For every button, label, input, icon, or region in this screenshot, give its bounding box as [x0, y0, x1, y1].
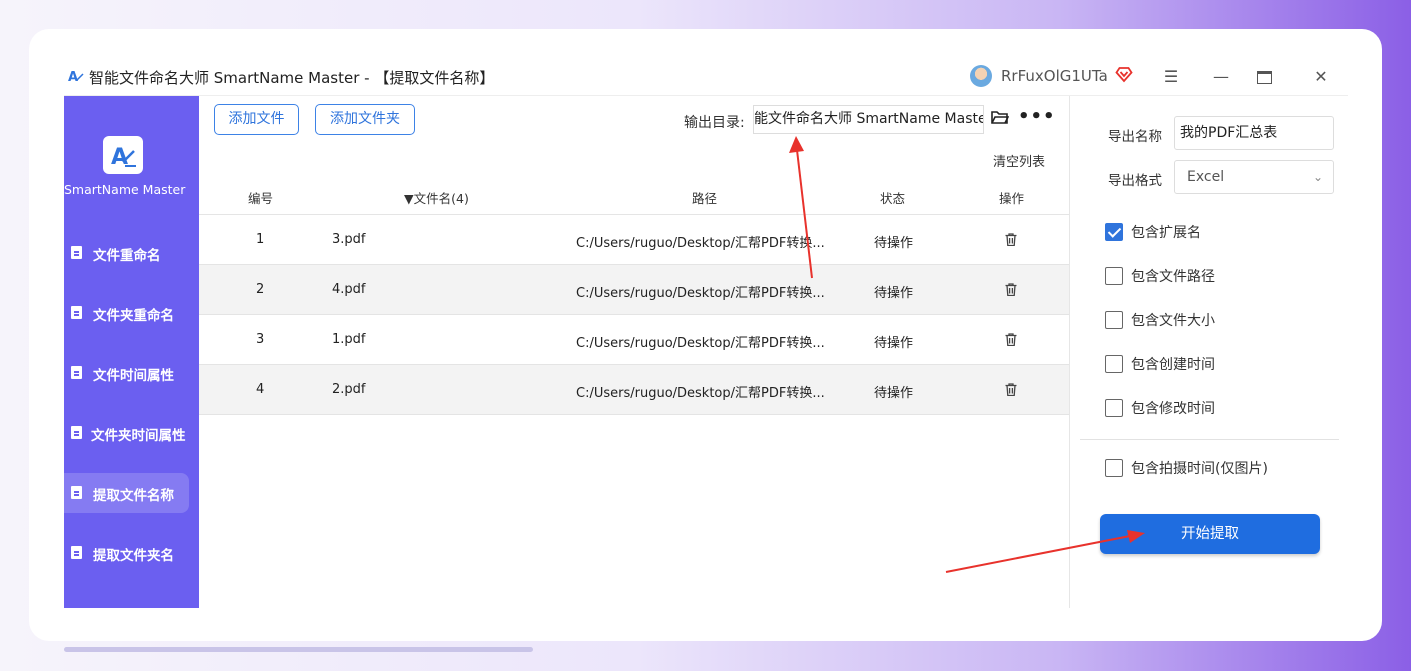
- header-path: 路径: [692, 191, 718, 206]
- row-filename: 3.pdf: [332, 232, 366, 247]
- document-icon: [71, 366, 82, 379]
- document-icon: [71, 246, 82, 259]
- user-avatar[interactable]: [970, 65, 992, 87]
- trash-icon[interactable]: [1005, 283, 1017, 296]
- document-icon: [71, 306, 82, 319]
- add-file-button[interactable]: 添加文件: [214, 104, 299, 135]
- username[interactable]: RrFuxOlG1UTa: [1001, 67, 1108, 85]
- row-path: C:/Users/ruguo/Desktop/汇帮PDF转换...: [576, 386, 825, 401]
- header-index: 编号: [248, 191, 274, 206]
- export-name-label: 导出名称: [1108, 129, 1162, 145]
- divider: [1080, 439, 1339, 440]
- trash-icon[interactable]: [1005, 383, 1017, 396]
- row-path: C:/Users/ruguo/Desktop/汇帮PDF转换...: [576, 236, 825, 251]
- trash-icon[interactable]: [1005, 333, 1017, 346]
- sidebar-item-label: 文件重命名: [93, 248, 161, 264]
- row-index: 2: [256, 282, 265, 297]
- output-dir-label: 输出目录:: [684, 115, 745, 131]
- header-action: 操作: [999, 191, 1025, 206]
- row-path: C:/Users/ruguo/Desktop/汇帮PDF转换...: [576, 286, 825, 301]
- option-label: 包含文件大小: [1131, 313, 1215, 329]
- option-label: 包含拍摄时间(仅图片): [1131, 461, 1268, 477]
- document-icon: [71, 486, 82, 499]
- row-status: 待操作: [874, 286, 914, 301]
- chevron-down-icon: ⌄: [1312, 170, 1323, 184]
- start-extract-button[interactable]: 开始提取: [1100, 514, 1320, 554]
- row-index: 1: [256, 232, 265, 247]
- row-index: 3: [256, 332, 265, 347]
- document-icon: [71, 426, 82, 439]
- checkbox[interactable]: [1105, 459, 1123, 477]
- app-logo-icon: A: [68, 70, 84, 84]
- maximize-icon[interactable]: [1250, 64, 1278, 90]
- add-folder-button[interactable]: 添加文件夹: [315, 104, 415, 135]
- export-format-label: 导出格式: [1108, 173, 1162, 189]
- row-filename: 4.pdf: [332, 282, 366, 297]
- row-status: 待操作: [874, 386, 914, 401]
- svg-text:A: A: [68, 70, 78, 84]
- checkbox[interactable]: [1105, 399, 1123, 417]
- export-format-value: Excel: [1187, 169, 1225, 185]
- export-format-select[interactable]: Excel ⌄: [1174, 160, 1334, 194]
- row-status: 待操作: [874, 236, 914, 251]
- row-index: 4: [256, 382, 265, 397]
- checkbox[interactable]: [1105, 223, 1123, 241]
- vip-badge-icon[interactable]: [1115, 65, 1133, 83]
- menu-icon[interactable]: ☰: [1157, 64, 1185, 90]
- sidebar: A SmartName Master 文件重命名 文件夹重命名 文件时间属性 文…: [64, 96, 199, 608]
- close-icon[interactable]: ✕: [1307, 64, 1335, 90]
- app-logo: A: [103, 136, 143, 174]
- header-filename[interactable]: ▼文件名(4): [404, 188, 469, 207]
- file-list-area: 添加文件 添加文件夹 输出目录: 能文件命名大师 SmartName Maste…: [199, 96, 1069, 608]
- trash-icon[interactable]: [1005, 233, 1017, 246]
- sidebar-item-label: 提取文件名称: [93, 488, 174, 504]
- option-label: 包含修改时间: [1131, 401, 1215, 417]
- minimize-icon[interactable]: —: [1207, 64, 1235, 90]
- row-filename: 1.pdf: [332, 332, 366, 347]
- sidebar-item-label: 文件夹重命名: [93, 308, 174, 324]
- option-label: 包含创建时间: [1131, 357, 1215, 373]
- table-row[interactable]: 1 3.pdf C:/Users/ruguo/Desktop/汇帮PDF转换..…: [199, 215, 1069, 265]
- header-status: 状态: [880, 191, 906, 206]
- checkbox[interactable]: [1105, 311, 1123, 329]
- clear-list-button[interactable]: 清空列表: [993, 151, 1045, 170]
- table-row[interactable]: 4 2.pdf C:/Users/ruguo/Desktop/汇帮PDF转换..…: [199, 365, 1069, 415]
- table-header: 编号 ▼文件名(4) 路径 状态 操作: [199, 175, 1069, 215]
- sidebar-item-file-time[interactable]: 文件时间属性: [64, 353, 189, 393]
- logo-text: SmartName Master: [64, 182, 186, 197]
- sidebar-item-extract-foldername[interactable]: 提取文件夹名: [64, 533, 189, 573]
- sidebar-item-extract-filename[interactable]: 提取文件名称: [64, 473, 189, 513]
- row-path: C:/Users/ruguo/Desktop/汇帮PDF转换...: [576, 336, 825, 351]
- table-row[interactable]: 2 4.pdf C:/Users/ruguo/Desktop/汇帮PDF转换..…: [199, 265, 1069, 315]
- sidebar-item-file-rename[interactable]: 文件重命名: [64, 233, 189, 273]
- checkbox[interactable]: [1105, 267, 1123, 285]
- window-title: 智能文件命名大师 SmartName Master - 【提取文件名称】: [89, 69, 495, 87]
- app-logo-icon: A: [111, 145, 136, 170]
- sidebar-item-label: 文件夹时间属性: [91, 428, 186, 444]
- sidebar-item-folder-time[interactable]: 文件夹时间属性: [64, 413, 189, 453]
- app-window: A 智能文件命名大师 SmartName Master - 【提取文件名称】 R…: [64, 62, 1348, 608]
- title-bar: A 智能文件命名大师 SmartName Master - 【提取文件名称】 R…: [64, 62, 1348, 96]
- more-options-icon[interactable]: •••: [1018, 106, 1056, 127]
- document-icon: [71, 546, 82, 559]
- horizontal-scrollbar[interactable]: [64, 647, 533, 652]
- sidebar-item-folder-rename[interactable]: 文件夹重命名: [64, 293, 189, 333]
- checkbox[interactable]: [1105, 355, 1123, 373]
- row-filename: 2.pdf: [332, 382, 366, 397]
- table-row[interactable]: 3 1.pdf C:/Users/ruguo/Desktop/汇帮PDF转换..…: [199, 315, 1069, 365]
- export-settings-panel: 导出名称 我的PDF汇总表 导出格式 Excel ⌄ 包含扩展名 包含文件路径 …: [1069, 96, 1348, 608]
- option-label: 包含文件路径: [1131, 269, 1215, 285]
- row-status: 待操作: [874, 336, 914, 351]
- folder-open-icon[interactable]: [991, 110, 1009, 125]
- sidebar-item-label: 文件时间属性: [93, 368, 174, 384]
- option-label: 包含扩展名: [1131, 225, 1201, 241]
- output-dir-field[interactable]: 能文件命名大师 SmartName Master: [753, 105, 984, 134]
- export-name-input[interactable]: 我的PDF汇总表: [1174, 116, 1334, 150]
- sidebar-item-label: 提取文件夹名: [93, 548, 174, 564]
